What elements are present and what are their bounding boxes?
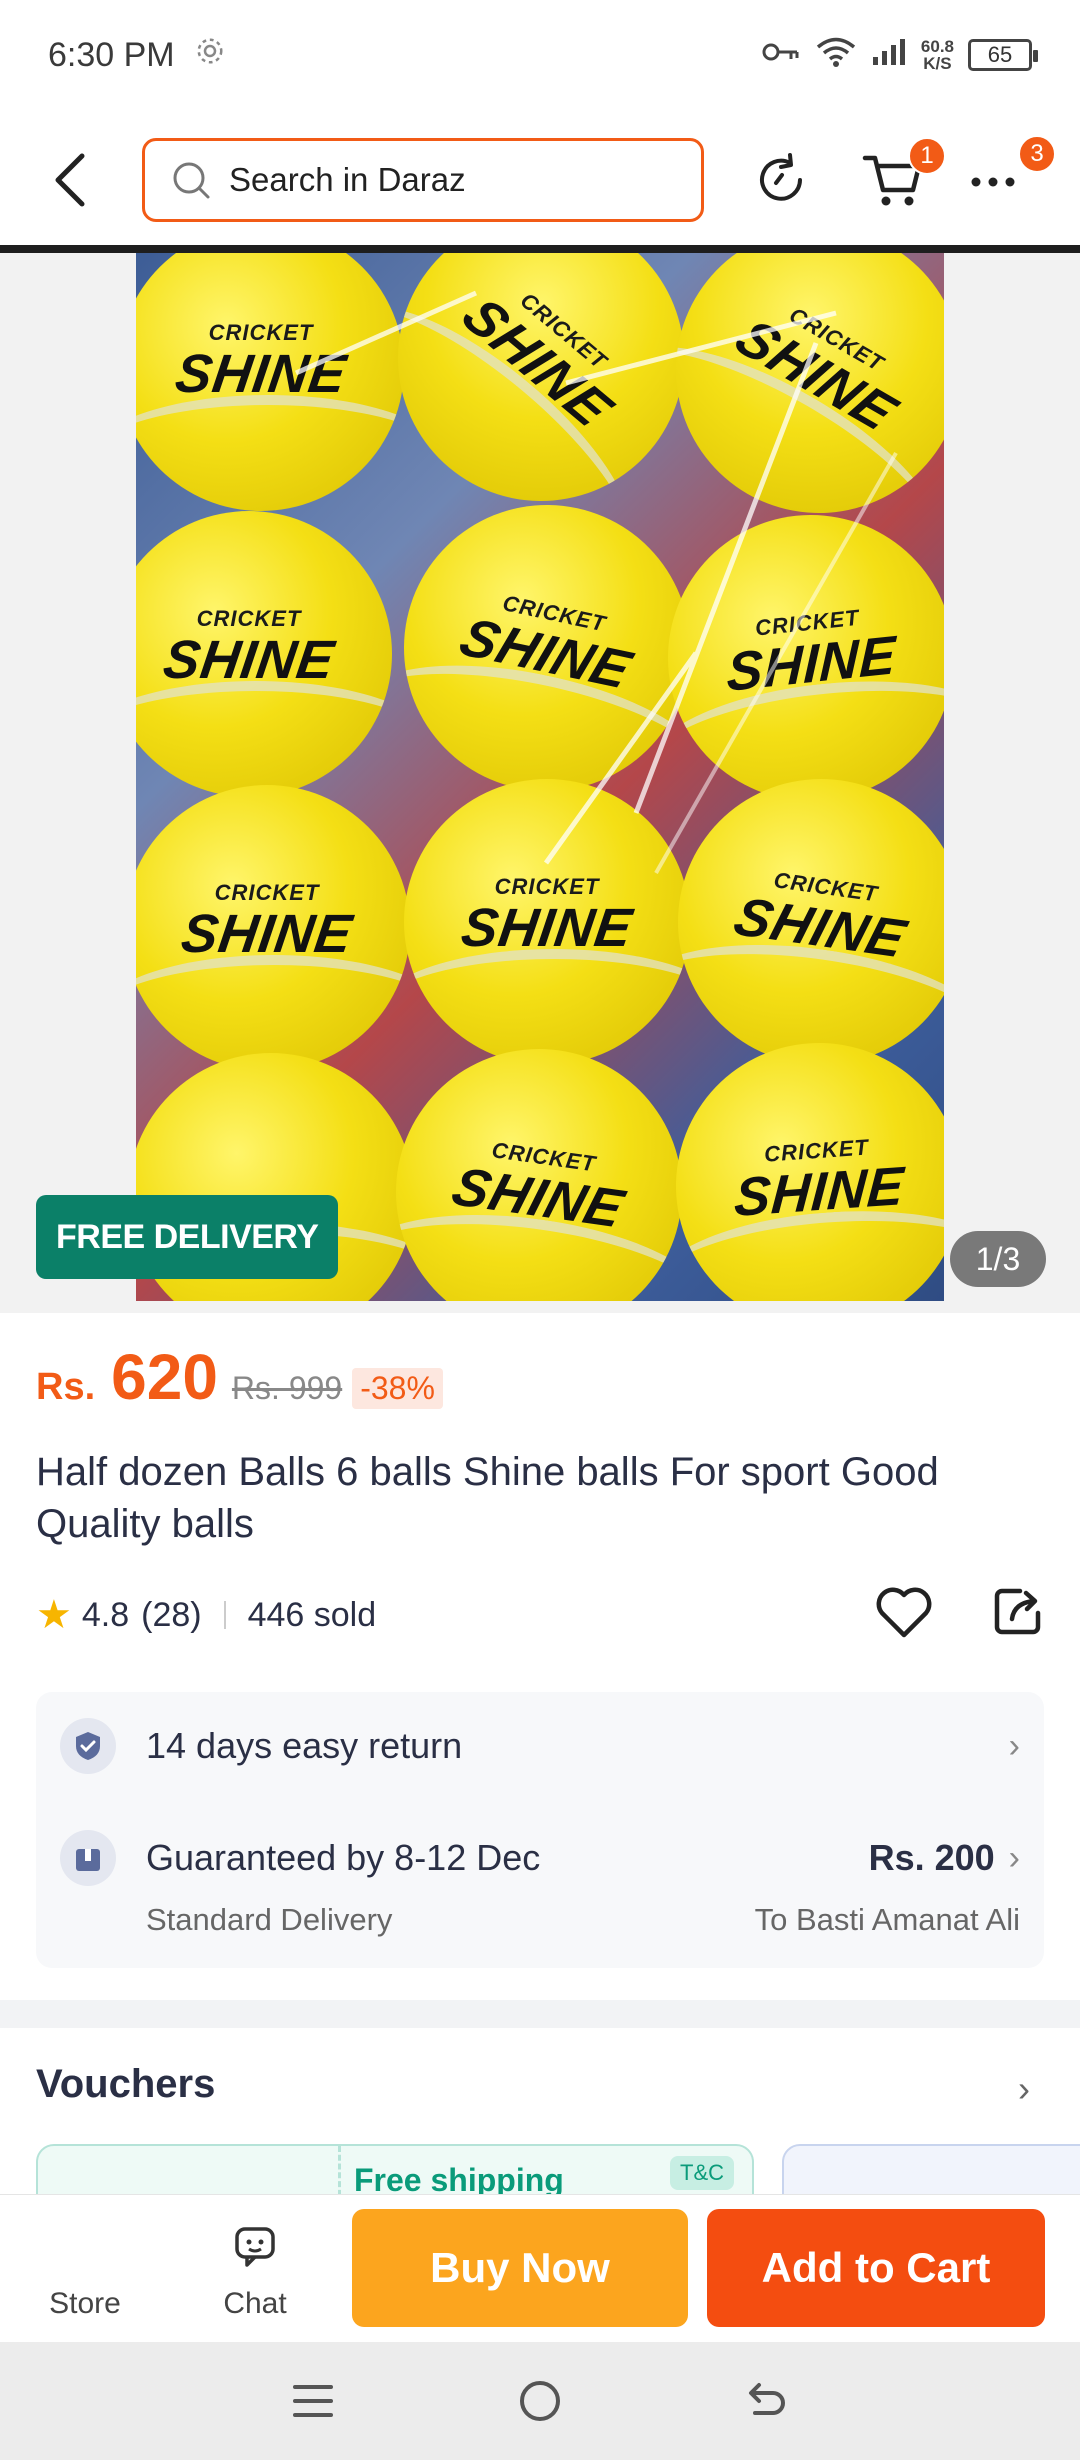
search-input[interactable]: Search in Daraz	[142, 138, 704, 222]
nav-divider	[0, 245, 1080, 253]
image-counter: 1/3	[950, 1231, 1046, 1287]
signal-icon	[871, 37, 907, 74]
star-icon: ★	[36, 1593, 72, 1637]
status-bar: 6:30 PM 60.8 K/S 65	[0, 0, 1080, 110]
product-actions	[874, 1583, 1046, 1648]
rating-separator	[223, 1601, 226, 1629]
section-divider	[0, 2000, 1080, 2028]
bottom-action-bar: Store Chat Buy Now Add to Cart	[0, 2194, 1080, 2342]
more-icon	[971, 177, 1015, 187]
delivery-info-card: 14 days easy return › Guaranteed by 8-12…	[36, 1692, 1044, 1968]
wishlist-button[interactable]	[874, 1583, 934, 1648]
search-icon	[173, 162, 210, 199]
cart-button[interactable]: 1	[858, 137, 946, 215]
net-speed-unit: K/S	[923, 54, 952, 73]
chevron-right-icon: ›	[1008, 1838, 1020, 1877]
wifi-icon	[815, 36, 857, 75]
return-policy-chevron: ›	[995, 1727, 1020, 1766]
add-to-cart-button[interactable]: Add to Cart	[707, 2209, 1045, 2327]
home-circle-icon	[519, 2381, 560, 2421]
cart-badge: 1	[908, 137, 946, 175]
menu-icon	[293, 2385, 334, 2417]
delivery-type: Standard Delivery	[146, 1902, 393, 1937]
product-title: Half dozen Balls 6 balls Shine balls For…	[36, 1450, 939, 1546]
settings-gear-icon	[195, 36, 225, 74]
home-button[interactable]	[500, 2361, 580, 2441]
back-button[interactable]	[34, 144, 106, 216]
search-placeholder: Search in Daraz	[229, 161, 466, 198]
more-badge: 3	[1018, 135, 1056, 173]
battery-level: 65	[987, 42, 1013, 67]
delivery-row[interactable]: Guaranteed by 8-12 Dec Rs. 200 ›	[60, 1826, 1020, 1890]
sold-count: 446 sold	[247, 1595, 377, 1634]
return-policy-row[interactable]: 14 days easy return ›	[60, 1714, 1020, 1778]
heart-icon	[876, 1587, 932, 1637]
delivery-fee: Rs. 200	[868, 1837, 995, 1878]
buy-now-button[interactable]: Buy Now	[352, 2209, 688, 2327]
top-nav: Search in Daraz 1 3	[0, 110, 1080, 250]
share-icon	[994, 1588, 1041, 1634]
battery-icon: 65	[968, 39, 1038, 71]
free-delivery-badge: FREE DELIVERY	[36, 1195, 339, 1279]
vouchers-title: Vouchers	[36, 2062, 216, 2106]
more-button[interactable]: 3	[958, 135, 1056, 215]
recent-apps-button[interactable]	[273, 2361, 353, 2441]
package-icon	[60, 1830, 116, 1886]
status-time: 6:30 PM	[48, 35, 175, 74]
refresh-button[interactable]	[746, 145, 816, 215]
chat-bot-icon	[231, 2225, 279, 2277]
share-button[interactable]	[990, 1583, 1046, 1648]
product-photo: CRICKET SHINE CRICKET SHINE CRICKET SHINE C…	[136, 253, 944, 1301]
shield-check-icon	[60, 1718, 116, 1774]
rating-row: ★ 4.8 (28) 446 sold	[36, 1585, 1046, 1645]
chevron-right-icon: ›	[1008, 1726, 1020, 1765]
price-value: 620	[111, 1341, 218, 1413]
price-currency: Rs.	[36, 1366, 96, 1408]
delivery-guarantee: Guaranteed by 8-12 Dec	[146, 1837, 541, 1878]
system-navigation-bar	[0, 2342, 1080, 2460]
system-back-button[interactable]	[727, 2361, 807, 2441]
original-price: Rs. 999	[231, 1370, 343, 1406]
delivery-fee-group: Rs. 200 ›	[869, 1837, 1020, 1879]
store-label: Store	[49, 2286, 121, 2320]
plastic-wrap-glare	[294, 290, 898, 874]
net-speed: 60.8 K/S	[921, 38, 954, 72]
refresh-icon	[760, 153, 802, 201]
voucher-terms-tag[interactable]: T&C	[670, 2156, 734, 2190]
discount-badge: -38%	[352, 1368, 443, 1409]
return-policy-text: 14 days easy return	[146, 1725, 463, 1766]
rating-count[interactable]: (28)	[141, 1596, 201, 1635]
back-icon	[55, 153, 85, 207]
key-icon	[761, 38, 801, 73]
chat-button[interactable]: Chat	[170, 2195, 340, 2343]
product-image-gallery[interactable]: CRICKET SHINE CRICKET SHINE CRICKET SHINE C…	[0, 253, 1080, 1313]
chat-label: Chat	[223, 2286, 287, 2320]
store-button[interactable]: Store	[0, 2195, 170, 2343]
vouchers-more-chevron[interactable]: ›	[1018, 2068, 1030, 2110]
status-indicators: 60.8 K/S 65	[761, 36, 1038, 75]
return-icon	[748, 2383, 785, 2415]
delivery-address[interactable]: To Basti Amanat Ali	[755, 1902, 1020, 1938]
price-row: Rs. 620 Rs. 999 -38%	[36, 1340, 443, 1414]
rating-value[interactable]: 4.8	[82, 1596, 129, 1635]
